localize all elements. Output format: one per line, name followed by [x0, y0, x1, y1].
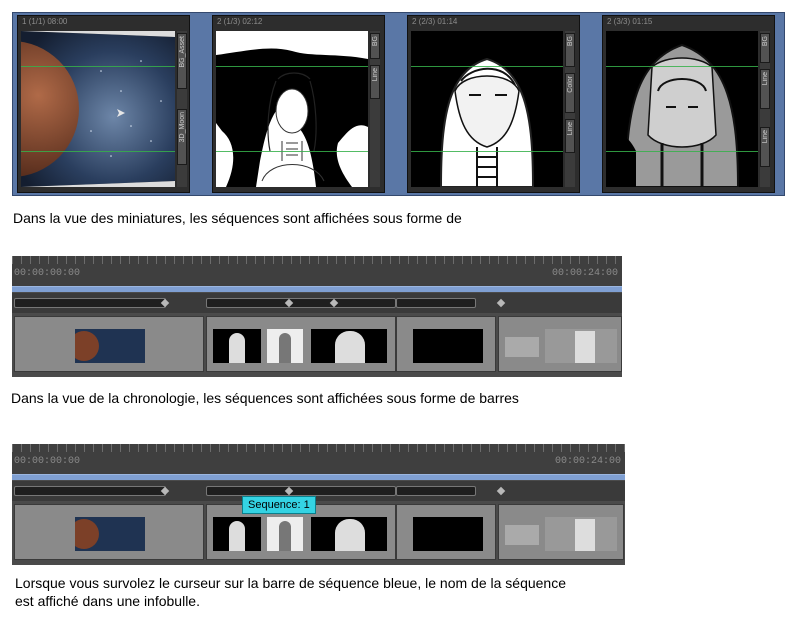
timeline-view: 00:00:00:00 00:00:24:00: [12, 256, 622, 377]
layer-tab[interactable]: BG: [370, 33, 380, 59]
panel-clip[interactable]: [498, 316, 622, 372]
layer-tab-label: BG: [761, 36, 769, 47]
timecode-ruler[interactable]: 00:00:00:00 00:00:24:00: [12, 256, 622, 286]
layer-tabs: BG Line: [370, 31, 380, 187]
sequence-blue-bar[interactable]: [12, 474, 625, 480]
sequence-blue-bar[interactable]: [12, 286, 622, 292]
panel-title: 2 (1/3) 02:12: [217, 17, 263, 26]
layer-tab-label: BG: [566, 36, 574, 47]
layer-tab[interactable]: BG: [760, 33, 770, 63]
layer-tabs: BG Line Line: [760, 31, 770, 187]
clip-thumbnail: [311, 517, 387, 551]
layer-tab[interactable]: Line: [760, 69, 770, 109]
timeline-view-tooltip: 00:00:00:00 00:00:24:00 Sequence: 1: [12, 444, 625, 565]
layer-tab-label: Line: [761, 130, 769, 144]
panel-clip[interactable]: [14, 504, 204, 560]
clip-thumbnail: [311, 329, 387, 363]
layer-tab[interactable]: Line: [760, 127, 770, 167]
clip-thumbnail: [413, 329, 483, 363]
layer-tab-label: BG: [371, 36, 379, 47]
layer-tabs: BG Color Line: [565, 31, 575, 187]
layer-tab-label: Line: [371, 68, 379, 82]
sequence-bar[interactable]: [14, 298, 166, 308]
keyframe-marker[interactable]: [496, 298, 506, 308]
layer-tab-label: BG_Asset: [178, 36, 186, 68]
clip-thumbnail: [545, 517, 617, 551]
timecode-ruler[interactable]: 00:00:00:00 00:00:24:00: [12, 444, 625, 474]
panel-image-space: [21, 31, 175, 187]
clip-thumbnail: [213, 517, 261, 551]
clip-thumbnail: [75, 517, 145, 551]
caption-timeline: Dans la vue de la chronologie, les séque…: [11, 390, 519, 406]
panel-image-sketch: [216, 31, 368, 187]
clip-thumbnail: [267, 329, 303, 363]
panel-clip[interactable]: [396, 316, 496, 372]
panel-track: [12, 314, 622, 376]
layer-tab[interactable]: Color: [565, 73, 575, 113]
clip-thumbnail: [213, 329, 261, 363]
clip-thumbnail: [545, 329, 617, 363]
layer-tab[interactable]: Line: [565, 119, 575, 153]
panel-clip[interactable]: [206, 316, 396, 372]
layer-tabs: BG_Asset 3D_Moon: [177, 31, 187, 187]
layer-tab-label: Color: [566, 76, 574, 93]
thumbnail-panel-4[interactable]: 2 (3/3) 01:15 BG Line Line: [602, 15, 775, 193]
panel-clip[interactable]: [396, 504, 496, 560]
layer-tab[interactable]: BG: [565, 33, 575, 67]
sequence-track: [12, 481, 625, 501]
sequence-bar[interactable]: [396, 298, 476, 308]
panel-title: 2 (3/3) 01:15: [607, 17, 653, 26]
clip-thumbnail: [413, 517, 483, 551]
sequence-bar[interactable]: [206, 298, 396, 308]
layer-tab-label: 3D_Moon: [178, 112, 186, 143]
sequence-track: [12, 293, 622, 313]
keyframe-marker[interactable]: [496, 486, 506, 496]
caption-tooltip: Lorsque vous survolez le curseur sur la …: [15, 575, 566, 609]
sequence-bar[interactable]: [396, 486, 476, 496]
clip-thumbnail: [75, 329, 145, 363]
end-timecode: 00:00:24:00: [551, 268, 618, 279]
start-timecode: 00:00:00:00: [14, 456, 81, 467]
clip-thumbnail: [505, 525, 539, 545]
thumbnail-panel-2[interactable]: 2 (1/3) 02:12 BG Line: [212, 15, 385, 193]
clip-thumbnail: [505, 337, 539, 357]
sequence-bar[interactable]: [206, 486, 396, 496]
panel-title: 2 (2/3) 01:14: [412, 17, 458, 26]
panel-clip[interactable]: [498, 504, 624, 560]
panel-title: 1 (1/1) 08:00: [22, 17, 68, 26]
panel-image-closeup: [411, 31, 563, 187]
thumbnail-panel-3[interactable]: 2 (2/3) 01:14 BG Color Line: [407, 15, 580, 193]
panel-clip[interactable]: [14, 316, 204, 372]
clip-thumbnail: [267, 517, 303, 551]
layer-tab-label: Line: [761, 72, 769, 86]
layer-tab[interactable]: 3D_Moon: [177, 109, 187, 165]
caption-thumbnails: Dans la vue des miniatures, les séquence…: [13, 210, 462, 226]
panel-image-hood: [606, 31, 758, 187]
thumbnail-panel-1[interactable]: 1 (1/1) 08:00 BG_Asset 3D_Moon: [17, 15, 190, 193]
end-timecode: 00:00:24:00: [554, 456, 621, 467]
panel-track: [12, 502, 625, 564]
start-timecode: 00:00:00:00: [14, 268, 81, 279]
sequence-tooltip: Sequence: 1: [242, 496, 316, 514]
layer-tab[interactable]: BG_Asset: [177, 33, 187, 89]
layer-tab-label: Line: [566, 122, 574, 136]
sequence-bar[interactable]: [14, 486, 166, 496]
thumbnails-view: 1 (1/1) 08:00 BG_Asset 3D_Moon 2 (1/3) 0…: [12, 12, 785, 196]
layer-tab[interactable]: Line: [370, 65, 380, 99]
